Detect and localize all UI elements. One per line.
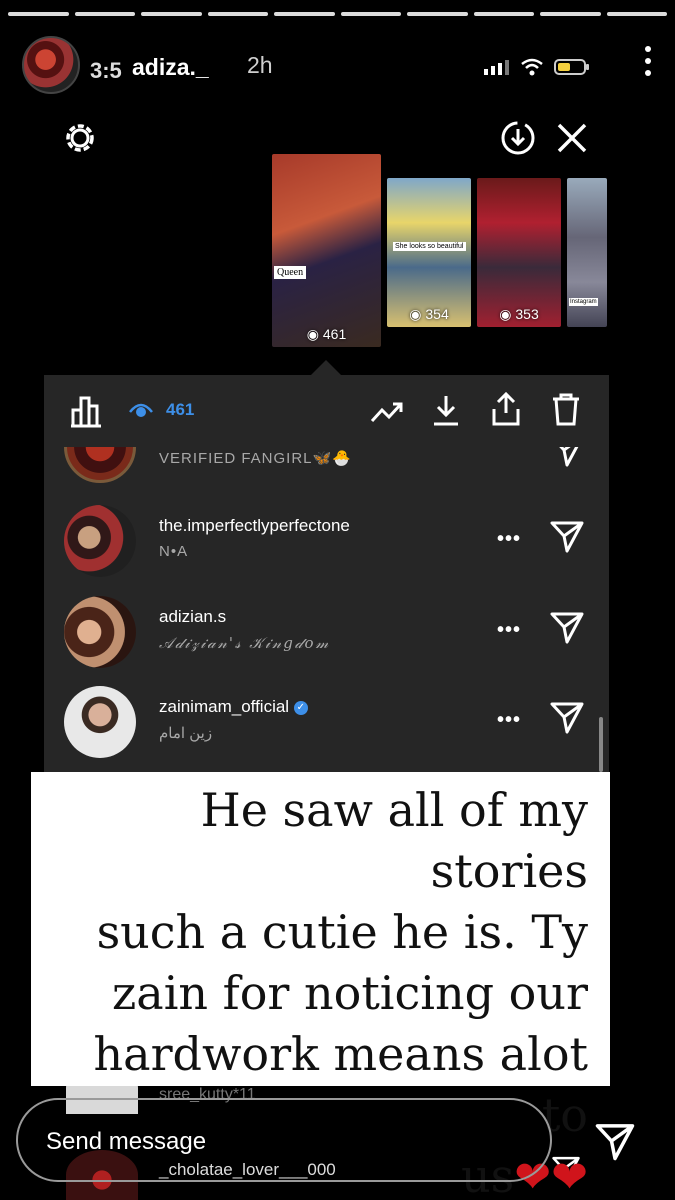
status-icons [484,58,590,76]
delete-icon[interactable] [550,391,582,427]
progress-segment [74,12,135,16]
viewer-subtitle: زین امام [159,725,213,742]
thumbnail-view-count: ◉ 353 [499,306,539,322]
viewer-avatar[interactable] [64,596,136,668]
progress-segment [606,12,667,16]
promote-trend-icon[interactable] [370,399,404,425]
scrollbar[interactable] [599,717,603,772]
viewer-row[interactable]: adizian.s 𝒜𝒹𝒾𝓏𝒾𝒶𝓃'𝓈 𝒦𝒾𝓃𝑔𝒹𝑜𝓂 ••• [44,587,609,677]
eye-icon [129,403,153,417]
signal-icon [484,60,509,75]
progress-segment [207,12,268,16]
views-count: 461 [166,400,195,419]
share-icon[interactable] [490,391,522,427]
progress-segment [340,12,401,16]
archive-strip: Queen ◉ 461 She looks so beautiful ◉ 354… [44,98,609,376]
thumbnail-label: Instagram [569,298,598,306]
thumbnail-label: She looks so beautiful [393,242,466,251]
story-thumbnails: Queen ◉ 461 She looks so beautiful ◉ 354… [272,154,607,347]
caption-line: He saw all of my stories [200,783,588,898]
battery-icon [554,59,589,75]
selection-pointer [310,360,342,376]
send-story-icon[interactable] [594,1120,636,1162]
viewer-subtitle: VERIFIED FANGIRL🦋🐣 [159,450,352,467]
progress-segment [473,12,534,16]
insights-icon[interactable] [68,394,104,428]
send-icon[interactable] [549,699,585,735]
progress-segment [407,12,468,16]
settings-icon[interactable] [62,120,98,156]
viewer-subtitle: 𝒜𝒹𝒾𝓏𝒾𝒶𝓃'𝓈 𝒦𝒾𝓃𝑔𝒹𝑜𝓂 [159,634,331,652]
viewer-row[interactable]: the.imperfectlyperfectone N•A ••• [44,496,609,586]
viewer-avatar[interactable] [64,686,136,758]
send-icon[interactable] [549,609,585,645]
status-time: 3:5 [90,58,122,83]
story-thumbnail[interactable]: Queen ◉ 461 [272,154,381,347]
thumbnail-view-count: ◉ 354 [409,306,449,322]
download-circle-icon[interactable] [500,120,536,156]
story-progress [8,12,667,16]
viewer-username: zainimam_official ✓ [159,697,308,717]
progress-segment [8,12,69,16]
story-avatar[interactable] [22,36,80,94]
story-thumbnail[interactable]: She looks so beautiful ◉ 354 [387,178,471,327]
thumbnail-view-count: ◉ 461 [306,326,347,342]
progress-segment [274,12,335,16]
message-placeholder: Send message [46,1128,207,1155]
viewer-row[interactable]: VERIFIED FANGIRL🦋🐣 [44,447,609,492]
story-thumbnail[interactable]: Instagram [567,178,607,327]
more-icon[interactable]: ••• [497,619,521,642]
viewer-username: adizian.s [159,607,227,626]
thumbnail-label: Queen [274,266,307,279]
viewer-subtitle: N•A [159,543,189,560]
progress-segment [540,12,601,16]
story-username[interactable]: adiza._ [132,54,209,81]
story-posted-time: 2h [247,52,273,78]
insights-toolbar: 461 [44,375,609,447]
story-thumbnail[interactable]: ◉ 353 [477,178,561,327]
viewer-list: VERIFIED FANGIRL🦋🐣 the.imperfectlyperfec… [44,447,609,778]
more-options-icon[interactable] [643,46,653,76]
viewer-avatar[interactable] [64,447,136,483]
progress-segment [141,12,202,16]
close-icon[interactable] [556,122,588,154]
viewer-avatar[interactable] [64,505,136,577]
caption-line: zain for noticing our [112,966,588,1020]
viewer-row[interactable]: zainimam_official ✓ زین امام ••• [44,677,609,767]
verified-badge-icon: ✓ [293,700,308,715]
send-icon[interactable] [549,518,585,554]
send-icon[interactable] [549,447,585,468]
story-caption: He saw all of my stories such a cutie he… [31,772,610,1200]
wifi-icon [521,58,543,76]
caption-line: such a cutie he is. Ty [96,905,588,959]
more-icon[interactable]: ••• [497,709,521,732]
viewer-username: the.imperfectlyperfectone [159,516,350,535]
story-screenshot: Queen ◉ 461 She looks so beautiful ◉ 354… [44,98,609,778]
more-icon[interactable]: ••• [497,528,521,551]
download-icon[interactable] [431,393,461,427]
story-header: 3:5 adiza._ 2h [22,36,653,96]
message-input[interactable]: Send message [16,1098,552,1182]
